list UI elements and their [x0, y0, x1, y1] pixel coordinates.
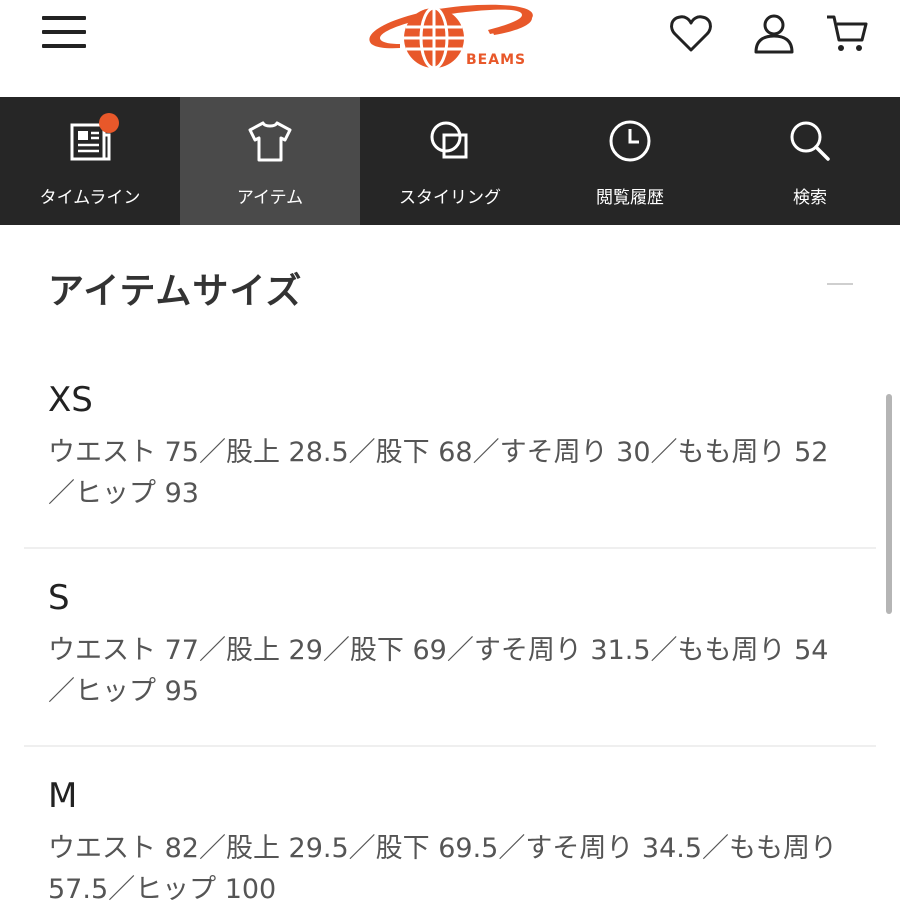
header: BEAMS: [0, 0, 900, 97]
heart-icon[interactable]: [668, 12, 714, 54]
tshirt-icon: [248, 121, 292, 162]
tab-timeline[interactable]: タイムライン: [0, 97, 180, 225]
collapse-icon[interactable]: [818, 270, 862, 300]
size-name: S: [48, 578, 70, 618]
size-detail-line: ウエスト 82／股上 29.5／股下 69.5／すそ周り 34.5／もも周り: [48, 833, 838, 864]
tab-bar: タイムライン アイテム スタイリング 閲覧履歴 検索: [0, 97, 900, 225]
search-icon: [790, 121, 830, 161]
tab-label: 閲覧履歴: [596, 188, 664, 208]
size-detail-line: 57.5／ヒップ 100: [48, 874, 277, 905]
size-name: XS: [48, 380, 93, 420]
tab-label: 検索: [793, 188, 827, 208]
tab-search[interactable]: 検索: [720, 97, 900, 225]
tab-history[interactable]: 閲覧履歴: [540, 97, 720, 225]
tab-styling[interactable]: スタイリング: [360, 97, 540, 225]
menu-icon[interactable]: [40, 14, 88, 52]
tab-item[interactable]: アイテム: [180, 97, 360, 225]
section-title: アイテムサイズ: [48, 271, 303, 312]
logo-text: BEAMS: [466, 52, 527, 68]
divider: [24, 547, 876, 549]
size-detail: ウエスト 77／股上 29／股下 69／すそ周り 31.5／もも周り 54 ／ヒ…: [48, 630, 868, 712]
size-detail: ウエスト 82／股上 29.5／股下 69.5／すそ周り 34.5／もも周り 5…: [48, 828, 868, 910]
divider: [24, 745, 876, 747]
size-detail-line: ／ヒップ 93: [48, 478, 199, 509]
tab-label: スタイリング: [399, 188, 501, 208]
clock-icon: [609, 120, 651, 162]
cart-icon[interactable]: [824, 12, 870, 54]
tab-label: タイムライン: [39, 188, 141, 208]
notification-badge: [99, 113, 119, 133]
size-entry-m: M ウエスト 82／股上 29.5／股下 69.5／すそ周り 34.5／もも周り…: [48, 776, 868, 910]
user-icon[interactable]: [751, 12, 797, 54]
size-name: M: [48, 776, 78, 816]
size-detail-line: ウエスト 75／股上 28.5／股下 68／すそ周り 30／もも周り 52: [48, 437, 829, 468]
scrollbar[interactable]: [886, 394, 892, 614]
size-entry-xs: XS ウエスト 75／股上 28.5／股下 68／すそ周り 30／もも周り 52…: [48, 380, 868, 514]
size-entry-s: S ウエスト 77／股上 29／股下 69／すそ周り 31.5／もも周り 54 …: [48, 578, 868, 712]
size-detail: ウエスト 75／股上 28.5／股下 68／すそ周り 30／もも周り 52 ／ヒ…: [48, 432, 868, 514]
size-detail-line: ウエスト 77／股上 29／股下 69／すそ周り 31.5／もも周り 54: [48, 635, 829, 666]
tab-label: アイテム: [236, 188, 304, 208]
styling-icon: [430, 121, 468, 159]
size-detail-line: ／ヒップ 95: [48, 676, 199, 707]
